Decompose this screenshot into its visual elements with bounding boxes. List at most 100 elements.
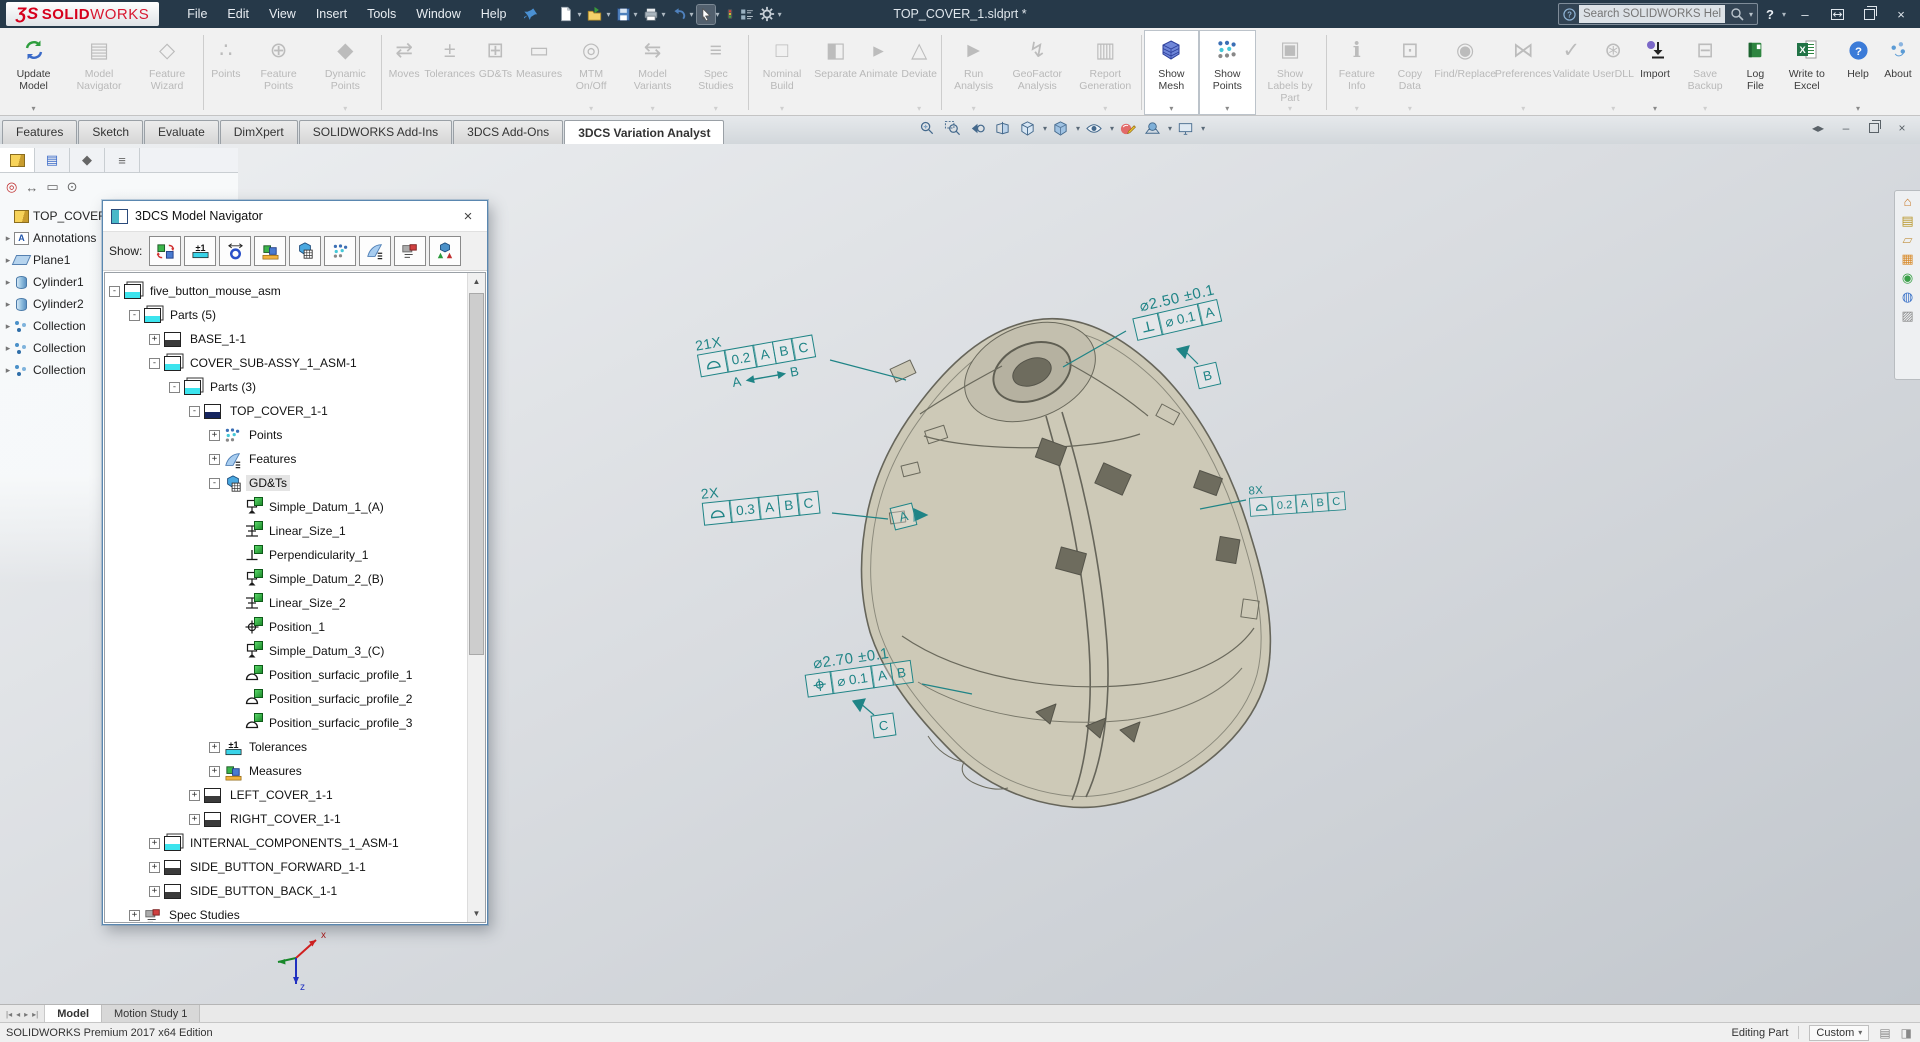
doc-tab-model[interactable]: Model (45, 1005, 102, 1023)
last-tab-icon[interactable]: ▸| (32, 1010, 38, 1019)
tree-expander-icon[interactable]: + (129, 910, 140, 921)
menu-insert[interactable]: Insert (306, 2, 357, 26)
navigator-close-button[interactable]: × (453, 204, 483, 228)
navigator-tree-item[interactable]: -GD&Ts (105, 471, 468, 495)
tree-expander-icon[interactable]: - (169, 382, 180, 393)
tree-expander-icon[interactable]: - (109, 286, 120, 297)
navigator-tree-item[interactable]: +INTERNAL_COMPONENTS_1_ASM-1 (105, 831, 468, 855)
restore-button[interactable] (1856, 3, 1882, 25)
open-icon-dropdown[interactable]: ▾ (606, 10, 610, 19)
navigator-tree-item[interactable]: Linear_Size_2 (105, 591, 468, 615)
view-palette-icon[interactable]: ▦ (1901, 252, 1913, 265)
zoom-to-area-icon[interactable] (941, 118, 964, 139)
tree-expander-icon[interactable]: + (149, 838, 160, 849)
settings-gear-icon[interactable] (757, 4, 777, 24)
ribbon-dropdown-icon[interactable]: ▾ (780, 104, 784, 113)
ribbon-report-generation-button[interactable]: ▥Report Generation▾ (1071, 30, 1139, 115)
show-points-button[interactable] (324, 236, 356, 266)
zoom-to-fit-icon[interactable] (916, 118, 939, 139)
ribbon-write-to-excel-button[interactable]: XWrite to Excel (1776, 30, 1838, 115)
callout-profile-21x[interactable]: 21X0.2ABCAB (694, 318, 819, 395)
save-icon-dropdown[interactable]: ▾ (634, 10, 638, 19)
tree-expander-icon[interactable]: + (149, 886, 160, 897)
design-library-icon[interactable]: ▤ (1901, 214, 1913, 227)
ribbon-dropdown-icon[interactable]: ▾ (1225, 104, 1229, 113)
navigator-tree-item[interactable]: Simple_Datum_3_(C) (105, 639, 468, 663)
ribbon-dropdown-icon[interactable]: ▾ (714, 104, 718, 113)
navigator-tree-item[interactable]: +SIDE_BUTTON_FORWARD_1-1 (105, 855, 468, 879)
help-button[interactable]: ? (1764, 7, 1776, 22)
tree-expander-icon[interactable]: + (189, 790, 200, 801)
navigator-tree-item[interactable]: +RIGHT_COVER_1-1 (105, 807, 468, 831)
ribbon-nominal-build-button[interactable]: □Nominal Build▾ (751, 30, 814, 115)
ribbon-dropdown-icon[interactable]: ▾ (651, 104, 655, 113)
doc-restore-button[interactable] (1862, 118, 1886, 138)
rebuild-icon[interactable] (723, 4, 737, 24)
tree-expander-icon[interactable]: - (209, 478, 220, 489)
tab-3dcs-variation-analyst[interactable]: 3DCS Variation Analyst (564, 120, 724, 144)
ribbon-show-mesh-button[interactable]: Show Mesh▾ (1144, 30, 1199, 115)
forum-icon[interactable]: ▨ (1901, 309, 1913, 322)
tree-expander-icon[interactable]: - (129, 310, 140, 321)
menu-view[interactable]: View (259, 2, 306, 26)
ribbon-show-points-button[interactable]: Show Points▾ (1199, 30, 1256, 115)
navigator-tree-item[interactable]: +Spec Studies (105, 903, 468, 922)
show-assembly-tree-button[interactable] (429, 236, 461, 266)
menu-tools[interactable]: Tools (357, 2, 406, 26)
tag-pane-icon[interactable]: ◨ (1901, 1026, 1912, 1040)
file-explorer-icon[interactable]: ▱ (1903, 233, 1913, 246)
show-gdt-button[interactable] (289, 236, 321, 266)
tab-dimxpert-manager[interactable]: ≡ (105, 148, 140, 172)
menu-help[interactable]: Help (471, 2, 517, 26)
doc-close-button[interactable]: × (1890, 118, 1914, 138)
navigator-tree-item[interactable]: +LEFT_COVER_1-1 (105, 783, 468, 807)
display-style-icon-dropdown[interactable]: ▾ (1076, 124, 1080, 133)
show-measures-button[interactable] (254, 236, 286, 266)
view-settings-icon-dropdown[interactable]: ▾ (1201, 124, 1205, 133)
ribbon-import-button[interactable]: Import▾ (1635, 30, 1675, 115)
search-icon[interactable] (1725, 7, 1749, 21)
navigator-tree-item[interactable]: -Parts (3) (105, 375, 468, 399)
pin-icon[interactable] (524, 7, 538, 21)
ribbon-dropdown-icon[interactable]: ▾ (1169, 104, 1173, 113)
navigator-tree-item[interactable]: Position_surfacic_profile_3 (105, 711, 468, 735)
ribbon-model-navigator-button[interactable]: ▤Model Navigator (65, 30, 133, 115)
navigator-tree-item[interactable]: -five_button_mouse_asm (105, 279, 468, 303)
ribbon-help-button[interactable]: ?Help▾ (1838, 30, 1878, 115)
tree-expander-icon[interactable]: - (189, 406, 200, 417)
ribbon-animate-button[interactable]: ▸Animate (858, 30, 899, 115)
show-tolerances-button[interactable]: ±1 (184, 236, 216, 266)
ribbon-deviate-button[interactable]: △Deviate▾ (899, 30, 939, 115)
previous-view-icon[interactable] (966, 118, 989, 139)
expand-arrow-icon[interactable]: ▸ (2, 365, 14, 376)
hide-show-items-icon-dropdown[interactable]: ▾ (1110, 124, 1114, 133)
next-tab-icon[interactable]: ▸ (24, 1010, 28, 1019)
fit-window-button[interactable] (1824, 3, 1850, 25)
navigator-tree-item[interactable]: -COVER_SUB-ASSY_1_ASM-1 (105, 351, 468, 375)
section-view-icon[interactable] (991, 118, 1014, 139)
ribbon-dropdown-icon[interactable]: ▾ (1355, 104, 1359, 113)
callout-profile-8x[interactable]: 8X0.2ABC (1248, 477, 1346, 516)
expand-arrow-icon[interactable]: ▸ (2, 299, 14, 310)
ribbon-dropdown-icon[interactable]: ▾ (1653, 104, 1657, 113)
ribbon-dropdown-icon[interactable]: ▾ (589, 104, 593, 113)
view-settings-icon[interactable] (1174, 119, 1197, 139)
tab-feature-tree[interactable] (0, 148, 35, 172)
scrollbar-thumb[interactable] (469, 293, 484, 655)
menu-file[interactable]: File (177, 2, 217, 26)
tree-expander-icon[interactable]: + (209, 454, 220, 465)
callout-profile-2x[interactable]: 2X0.3ABC (700, 474, 820, 526)
ribbon-dropdown-icon[interactable]: ▾ (917, 104, 921, 113)
close-button[interactable]: × (1888, 3, 1914, 25)
ribbon-update-model-button[interactable]: Update Model▾ (2, 30, 65, 115)
apply-scene-icon-dropdown[interactable]: ▾ (1168, 124, 1172, 133)
ribbon-run-analysis-button[interactable]: ►Run Analysis▾ (944, 30, 1003, 115)
first-tab-icon[interactable]: |◂ (6, 1010, 12, 1019)
ribbon-dropdown-icon[interactable]: ▾ (343, 104, 347, 113)
callout-position-2-70[interactable]: ⌀2.70 ±0.1⌀ 0.1AB (802, 641, 913, 697)
ribbon-copy-data-button[interactable]: ⊡Copy Data▾ (1385, 30, 1435, 115)
undo-icon-dropdown[interactable]: ▾ (690, 10, 694, 19)
minimize-button[interactable]: – (1792, 3, 1818, 25)
ribbon-show-labels-by-part-button[interactable]: ▣Show Labels by Part▾ (1256, 30, 1324, 115)
tab-nav-arrows[interactable]: |◂ ◂ ▸ ▸| (0, 1005, 45, 1023)
